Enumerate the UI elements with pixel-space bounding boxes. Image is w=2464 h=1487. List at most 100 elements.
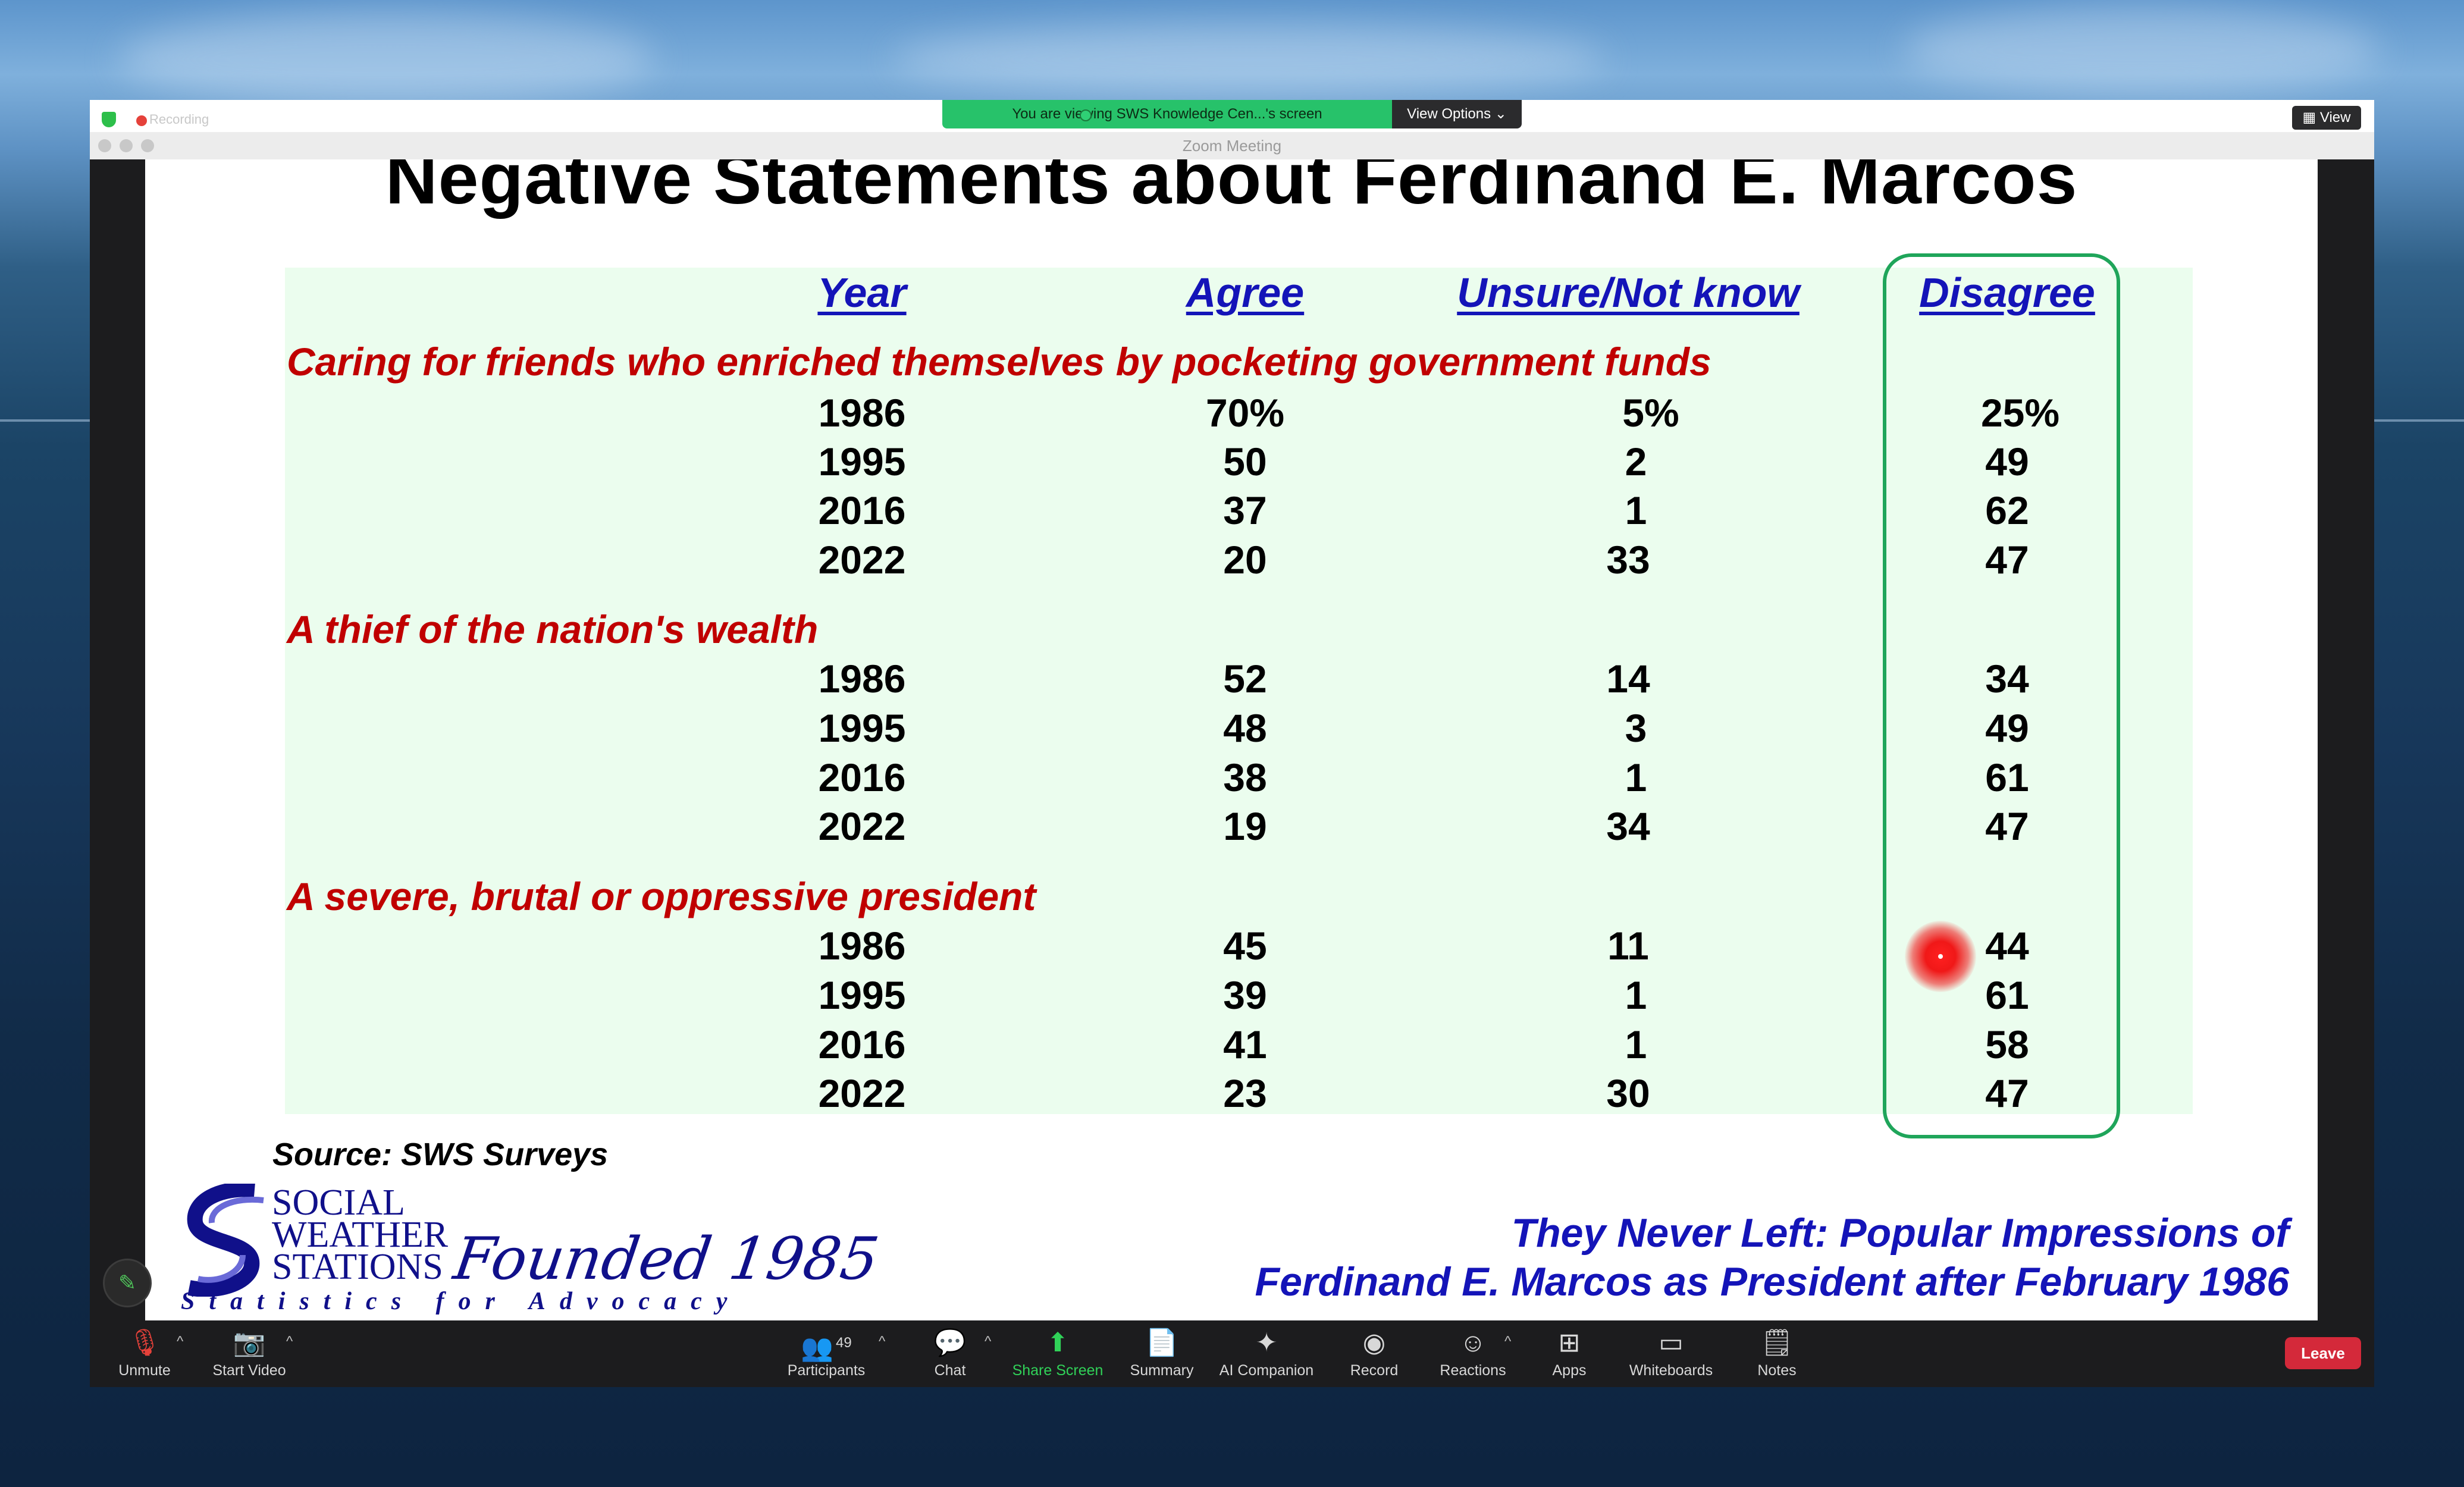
participants-button[interactable]: 👥 49 Participants: [788, 1329, 866, 1379]
chat-label: Chat: [934, 1362, 966, 1379]
logo-line-1: SOCIAL: [272, 1182, 405, 1223]
recording-label: Recording: [149, 112, 209, 127]
record-button[interactable]: ◉ Record: [1350, 1329, 1399, 1379]
cell-year: 2022: [818, 804, 906, 848]
cell-agree: 50: [1223, 440, 1267, 484]
cell-agree: 37: [1223, 488, 1267, 532]
start-video-button[interactable]: 📷 Start Video: [212, 1329, 286, 1379]
chat-chevron-icon[interactable]: ^: [985, 1334, 991, 1350]
reactions-chevron-icon[interactable]: ^: [1504, 1334, 1511, 1350]
presentation-title-line-1: They Never Left: Popular Impressions of: [1511, 1210, 2289, 1256]
shared-screen-slide: Negative Statements about Ferdinand E. M…: [145, 159, 2318, 1320]
chat-button[interactable]: 💬 Chat: [934, 1329, 967, 1379]
cell-year: 2016: [818, 755, 906, 799]
meeting-toolbar: 🎙 Unmute ^ 📷 Start Video ^ 👥 49 Participa…: [90, 1320, 2374, 1387]
notes-button[interactable]: 🗒 Notes: [1757, 1329, 1796, 1379]
banner-status-icon: [1080, 109, 1092, 121]
cell-year: 2022: [818, 1071, 906, 1115]
audio-options-chevron-icon[interactable]: ^: [177, 1334, 183, 1350]
cell-unsure: 2: [1625, 440, 1647, 484]
muted-microphone-icon: 🎙: [128, 1328, 161, 1357]
view-options-button[interactable]: View Options ⌄: [1392, 100, 1522, 128]
presentation-title-line-2: Ferdinand E. Marcos as President after F…: [1255, 1259, 2289, 1304]
section-title: A thief of the nation's wealth: [287, 607, 819, 651]
cell-agree: 19: [1223, 804, 1267, 848]
cell-unsure: 11: [1607, 924, 1649, 968]
cell-agree: 39: [1223, 973, 1267, 1017]
left-letterbox: [90, 159, 145, 1320]
cell-year: 1995: [818, 440, 906, 484]
share-screen-label: Share Screen: [1012, 1362, 1104, 1379]
cell-unsure: 34: [1606, 804, 1650, 848]
share-screen-button[interactable]: ⬆ Share Screen: [1012, 1329, 1104, 1379]
whiteboard-icon: ▭: [1659, 1328, 1684, 1357]
window-title: Zoom Meeting: [1182, 137, 1282, 155]
recording-icon: [136, 115, 147, 126]
cell-year: 2016: [818, 488, 906, 532]
apps-button[interactable]: ⊞ Apps: [1553, 1329, 1587, 1379]
reactions-button[interactable]: ☺ Reactions: [1440, 1329, 1506, 1379]
summary-label: Summary: [1130, 1362, 1194, 1379]
participants-chevron-icon[interactable]: ^: [879, 1334, 885, 1350]
cell-unsure: 5%: [1622, 391, 1679, 435]
whiteboards-label: Whiteboards: [1629, 1362, 1713, 1379]
cell-year: 1986: [818, 924, 906, 968]
logo-tagline: Statistics for Advocacy: [181, 1288, 742, 1315]
share-screen-icon: ⬆: [1046, 1328, 1069, 1357]
ai-companion-label: AI Companion: [1219, 1362, 1314, 1379]
sparkle-icon: ✦: [1255, 1328, 1278, 1357]
apps-icon: ⊞: [1558, 1328, 1581, 1357]
notes-icon: 🗒: [1760, 1328, 1794, 1357]
notes-label: Notes: [1757, 1362, 1797, 1379]
start-video-label: Start Video: [212, 1362, 286, 1379]
cell-unsure: 1: [1625, 973, 1647, 1017]
section-title: A severe, brutal or oppressive president: [287, 874, 1036, 918]
cell-unsure: 1: [1625, 488, 1647, 532]
cell-year: 2022: [818, 538, 906, 582]
cell-year: 2016: [818, 1022, 906, 1066]
cell-unsure: 30: [1606, 1071, 1650, 1115]
unmute-button[interactable]: 🎙 Unmute: [118, 1329, 171, 1379]
cell-agree: 23: [1223, 1071, 1267, 1115]
participants-icon: 👥 49: [801, 1333, 852, 1363]
cell-agree: 52: [1223, 657, 1267, 701]
unmute-label: Unmute: [118, 1362, 171, 1379]
header-unsure: Unsure/Not know: [1457, 269, 1800, 316]
cell-agree: 20: [1223, 538, 1267, 582]
cell-agree: 48: [1223, 706, 1267, 750]
right-letterbox: [2318, 159, 2374, 1320]
cell-unsure: 1: [1625, 1022, 1647, 1066]
logo-line-2: WEATHER: [272, 1215, 449, 1255]
cell-year: 1995: [818, 706, 906, 750]
cell-year: 1986: [818, 391, 906, 435]
chat-icon: 💬: [933, 1328, 967, 1357]
zoom-window: Recording You are viewing SWS Knowledge …: [90, 100, 2374, 1387]
view-button[interactable]: ▦ View: [2292, 106, 2361, 130]
video-options-chevron-icon[interactable]: ^: [286, 1334, 293, 1350]
slide-title: Negative Statements about Ferdinand E. M…: [385, 159, 2078, 219]
logo-line-3: STATIONS: [272, 1247, 443, 1287]
smiley-icon: ☺: [1459, 1328, 1487, 1357]
leave-button[interactable]: Leave: [2285, 1337, 2361, 1369]
cell-agree: 38: [1223, 755, 1267, 799]
sws-logo-icon: [187, 1184, 264, 1297]
section-title: Caring for friends who enriched themselv…: [287, 340, 1711, 384]
cell-unsure: 1: [1625, 755, 1647, 799]
annotate-pencil-icon[interactable]: ✎: [103, 1259, 152, 1307]
meeting-topbar: Recording You are viewing SWS Knowledge …: [90, 100, 2374, 132]
video-off-icon: 📷: [233, 1328, 266, 1357]
cell-year: 1995: [818, 973, 906, 1017]
participants-count: 49: [836, 1335, 852, 1351]
view-label: View: [2319, 109, 2351, 126]
disagree-highlight-box: [1883, 253, 2120, 1138]
summary-button[interactable]: 📄 Summary: [1130, 1329, 1194, 1379]
cell-unsure: 14: [1606, 657, 1650, 701]
ai-companion-button[interactable]: ✦ AI Companion: [1220, 1329, 1313, 1379]
participants-label: Participants: [787, 1362, 866, 1379]
whiteboards-button[interactable]: ▭ Whiteboards: [1629, 1329, 1713, 1379]
cell-agree: 45: [1223, 924, 1267, 968]
logo-founded: Founded 1985: [449, 1225, 883, 1293]
shield-icon[interactable]: [102, 112, 116, 127]
apps-label: Apps: [1552, 1362, 1587, 1379]
grid-icon: ▦: [2302, 109, 2320, 126]
